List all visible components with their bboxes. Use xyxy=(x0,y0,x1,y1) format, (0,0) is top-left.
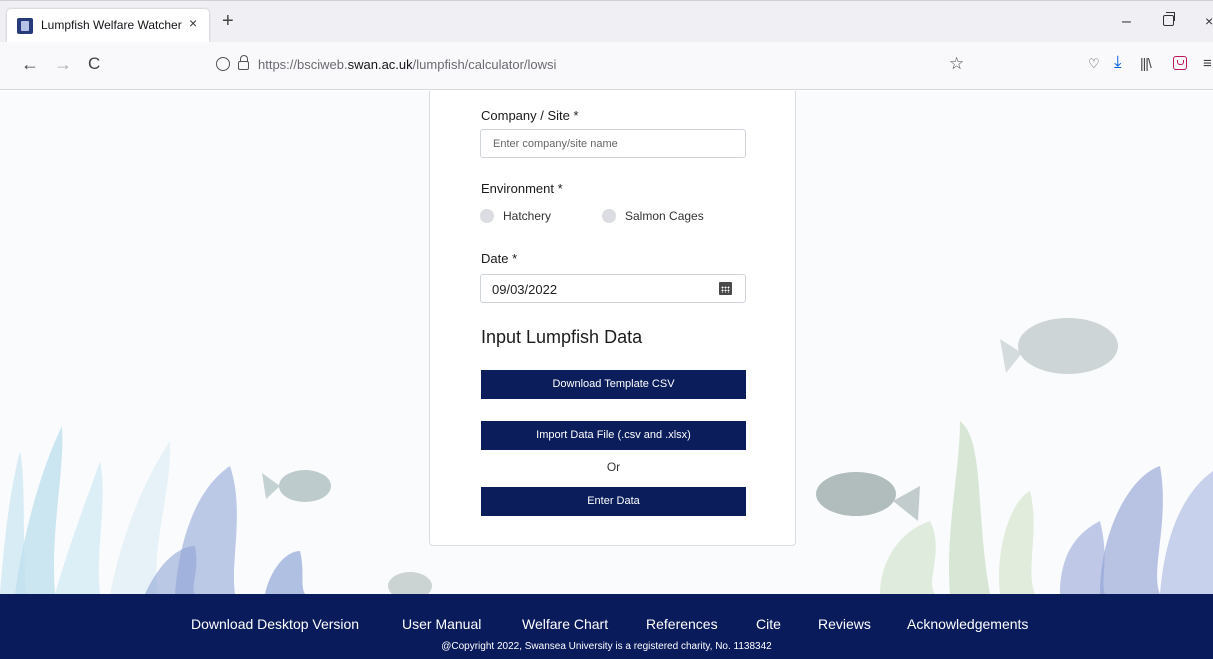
import-data-file-button[interactable]: Import Data File (.csv and .xlsx) xyxy=(481,421,746,450)
extension-icon[interactable] xyxy=(1173,56,1187,70)
download-template-button[interactable]: Download Template CSV xyxy=(481,370,746,399)
lock-icon[interactable] xyxy=(238,55,249,70)
url-domain: swan.ac.uk xyxy=(347,57,413,72)
site-footer: Download Desktop Version User Manual Wel… xyxy=(0,594,1213,659)
url-prefix: https://bsciweb. xyxy=(258,57,348,72)
forward-arrow-icon[interactable]: → xyxy=(54,54,72,74)
window-close-button[interactable]: × xyxy=(1205,13,1213,29)
bookmark-star-icon[interactable]: ☆ xyxy=(949,54,964,74)
footer-link-acknowledgements[interactable]: Acknowledgements xyxy=(907,616,1028,632)
calculator-form-card: Company / Site * Enter company/site name… xyxy=(429,91,796,546)
or-divider-text: Or xyxy=(606,460,621,474)
company-site-input[interactable]: Enter company/site name xyxy=(480,129,746,158)
tracking-protection-icon[interactable] xyxy=(216,57,230,71)
tab-title: Lumpfish Welfare Watcher xyxy=(41,18,182,32)
site-favicon-icon xyxy=(17,18,33,34)
radio-circle-icon xyxy=(480,209,494,223)
page-content: Company / Site * Enter company/site name… xyxy=(0,91,1213,594)
reload-icon[interactable]: C xyxy=(88,54,100,74)
window-restore-button[interactable] xyxy=(1163,12,1175,26)
company-site-label: Company / Site * xyxy=(481,108,579,123)
library-icon[interactable]: |||\ xyxy=(1140,55,1152,71)
browser-tab-bar: Lumpfish Welfare Watcher × + – × xyxy=(0,0,1213,43)
footer-link-user-manual[interactable]: User Manual xyxy=(402,616,481,632)
footer-link-welfare-chart[interactable]: Welfare Chart xyxy=(522,616,608,632)
footer-link-references[interactable]: References xyxy=(646,616,718,632)
radio-salmon-cages[interactable]: Salmon Cages xyxy=(602,209,704,223)
radio-hatchery[interactable]: Hatchery xyxy=(480,209,551,223)
new-tab-icon[interactable]: + xyxy=(222,11,234,31)
radio-label-salmon-cages: Salmon Cages xyxy=(625,209,704,223)
date-label: Date * xyxy=(481,251,518,266)
input-data-heading: Input Lumpfish Data xyxy=(481,327,643,347)
date-value: 09/03/2022 xyxy=(492,282,558,297)
back-arrow-icon[interactable]: ← xyxy=(21,54,39,74)
footer-link-download-desktop[interactable]: Download Desktop Version xyxy=(191,616,359,632)
tab-close-icon[interactable]: × xyxy=(189,15,197,31)
address-bar[interactable]: https://bsciweb.swan.ac.uk/lumpfish/calc… xyxy=(258,57,556,72)
browser-tab[interactable]: Lumpfish Welfare Watcher × xyxy=(7,9,209,43)
radio-circle-icon xyxy=(602,209,616,223)
enter-data-button[interactable]: Enter Data xyxy=(481,487,746,516)
date-input[interactable]: 09/03/2022 xyxy=(480,274,746,303)
copyright-text: @Copyright 2022, Swansea University is a… xyxy=(441,641,772,652)
window-minimize-button[interactable]: – xyxy=(1122,13,1131,31)
url-path: /lumpfish/calculator/lowsi xyxy=(412,57,557,72)
environment-label: Environment * xyxy=(481,181,563,196)
pocket-icon[interactable]: ♡ xyxy=(1088,56,1100,72)
radio-label-hatchery: Hatchery xyxy=(503,209,552,223)
footer-link-reviews[interactable]: Reviews xyxy=(818,616,871,632)
hamburger-menu-icon[interactable]: ≡ xyxy=(1203,55,1212,72)
calendar-icon[interactable] xyxy=(719,282,732,295)
footer-link-cite[interactable]: Cite xyxy=(756,616,781,632)
browser-nav-bar: ← → C https://bsciweb.swan.ac.uk/lumpfis… xyxy=(0,42,1213,90)
download-icon[interactable]: ⤓ xyxy=(1114,52,1122,72)
